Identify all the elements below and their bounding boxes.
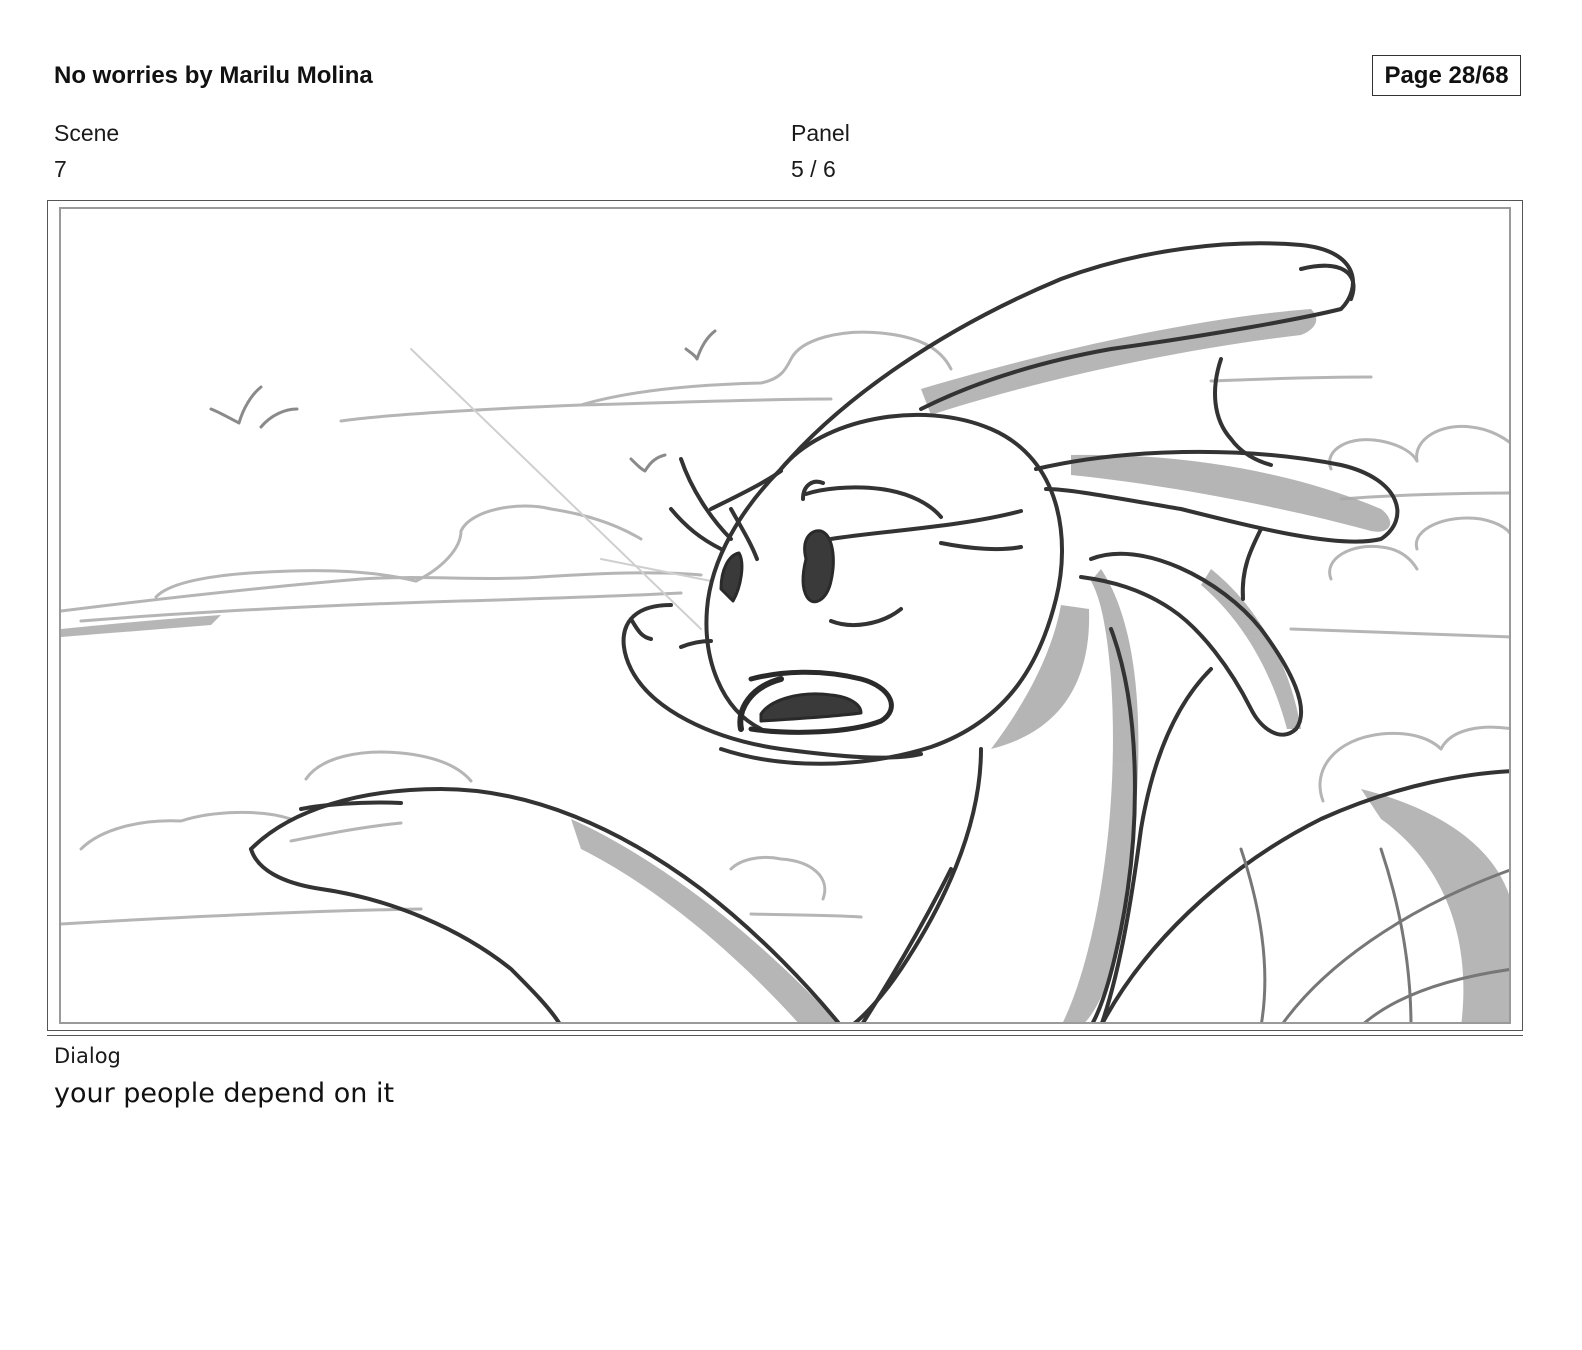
- scene-value: 7: [54, 156, 67, 182]
- dialog-text: your people depend on it: [54, 1078, 395, 1109]
- panel-value: 5 / 6: [791, 156, 836, 182]
- shading: [61, 309, 1509, 1022]
- document-title: No worries by Marilu Molina: [54, 62, 373, 89]
- panel-label: Panel: [791, 120, 850, 146]
- page-indicator: Page 28/68: [1372, 55, 1521, 96]
- dialog-divider: [47, 1035, 1523, 1036]
- storyboard-panel-image: [59, 207, 1511, 1024]
- character-lineart: [249, 241, 1509, 1022]
- dialog-label: Dialog: [54, 1044, 121, 1068]
- birds-sketch: [209, 329, 717, 473]
- storyboard-sketch: [61, 241, 1509, 1022]
- construction-lines: [410, 348, 712, 630]
- scene-label: Scene: [54, 120, 120, 146]
